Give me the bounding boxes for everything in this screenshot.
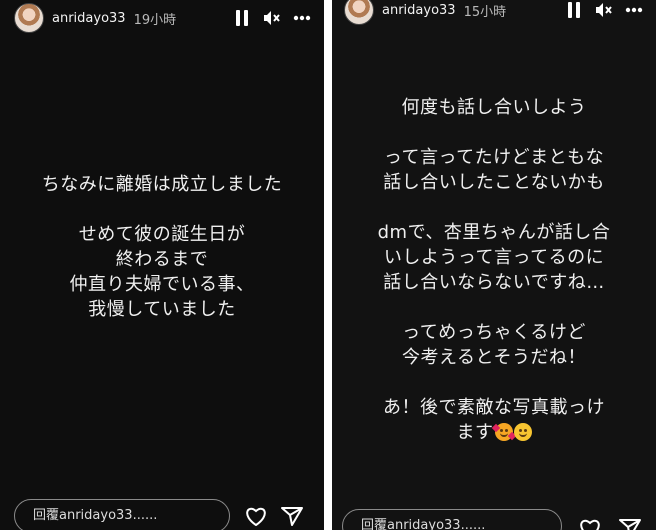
avatar[interactable] (14, 3, 44, 33)
story-line: 仲直り夫婦でいる事、 (69, 274, 255, 295)
story-panel-left[interactable]: anridayo33 19小時 ちなみに離婚は成立しました せめて彼の誕生日が … (0, 0, 324, 530)
story-line: って言ってたけどまともな (383, 147, 605, 168)
reply-input[interactable]: 回覆anridayo33...... (14, 499, 230, 530)
story-line: ってめっちゃくるけど (402, 322, 586, 343)
mute-icon[interactable] (262, 8, 282, 28)
send-icon[interactable] (618, 516, 642, 530)
story-line: 話し合いならないですね… (383, 272, 605, 293)
story-line: 何度も話し合いしよう (401, 97, 587, 118)
story-line: 今考えるとそうだね！ (402, 347, 586, 368)
more-icon[interactable] (624, 0, 644, 20)
story-line: いしようって言ってるのに (383, 247, 605, 268)
story-panel-right[interactable]: anridayo33 15小時 何度も話し合いしよう って言ってたけどまともな … (332, 0, 656, 530)
send-icon[interactable] (280, 504, 304, 528)
divider (324, 0, 332, 530)
post-time: 19小時 (133, 12, 177, 28)
username[interactable]: anridayo33 (52, 11, 126, 26)
post-time: 15小時 (463, 4, 507, 20)
story-line: dmで、杏里ちゃんが話し合 (377, 222, 611, 243)
story-text: 何度も話し合いしよう って言ってたけどまともな 話し合いしたことないかも dmで… (332, 95, 656, 445)
story-line: せめて彼の誕生日が (78, 224, 246, 245)
smiling-face-icon (513, 423, 532, 441)
mute-icon[interactable] (594, 0, 614, 20)
reply-input[interactable]: 回覆anridayo33...... (342, 509, 562, 530)
story-header: anridayo33 19小時 (0, 0, 324, 36)
story-line: 話し合いしたことないかも (383, 172, 605, 193)
heart-icon[interactable] (244, 504, 268, 528)
heart-icon[interactable] (578, 516, 602, 530)
more-icon[interactable] (292, 8, 312, 28)
story-line-text: ます (456, 422, 494, 443)
story-line: 終わるまで (115, 249, 209, 270)
story-line: ちなみに離婚は成立しました (41, 174, 283, 195)
story-line-last: ます (332, 420, 656, 445)
story-header: anridayo33 15小時 (332, 0, 656, 28)
pause-icon[interactable] (564, 0, 584, 20)
story-text: ちなみに離婚は成立しました せめて彼の誕生日が 終わるまで 仲直り夫婦でいる事、… (0, 172, 324, 322)
username[interactable]: anridayo33 (382, 3, 456, 18)
smiling-face-with-hearts-icon (491, 423, 516, 441)
story-line: 我慢していました (88, 299, 236, 320)
pause-icon[interactable] (232, 8, 252, 28)
story-line: あ！後で素敵な写真載っけ (383, 397, 605, 418)
avatar[interactable] (344, 0, 374, 25)
